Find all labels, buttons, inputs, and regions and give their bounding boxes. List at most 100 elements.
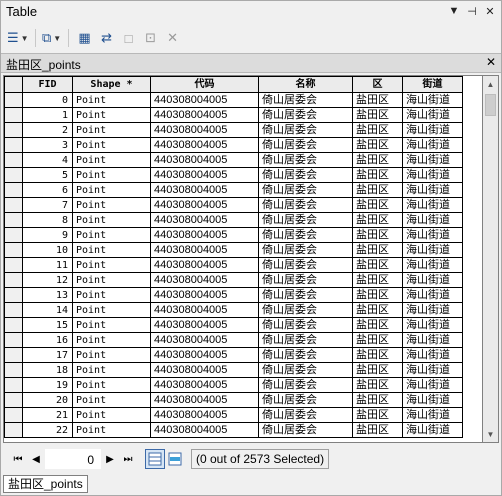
table-cell[interactable]: 海山街道 [402, 422, 463, 438]
dropdown-icon[interactable]: ▼ [447, 4, 461, 18]
table-row[interactable]: 22 Point 440308004005 倚山居委会 盐田区 海山街道 [4, 422, 463, 438]
table-cell[interactable]: 海山街道 [402, 272, 463, 288]
zoom-to-selected-button[interactable]: ⊡ [141, 28, 161, 48]
previous-record-icon[interactable]: ◀ [27, 450, 45, 468]
table-cell[interactable]: 海山街道 [402, 197, 463, 213]
table-cell[interactable]: 倚山居委会 [258, 422, 353, 438]
table-cell[interactable]: 海山街道 [402, 242, 463, 258]
table-cell[interactable]: 倚山居委会 [258, 227, 353, 243]
table-cell[interactable]: 盐田区 [352, 107, 403, 123]
scroll-down-icon[interactable]: ▼ [483, 426, 498, 442]
table-cell[interactable]: 440308004005 [150, 152, 259, 168]
table-cell[interactable]: Point [72, 377, 151, 393]
table-cell[interactable]: 19 [22, 377, 73, 393]
table-cell[interactable]: 9 [22, 227, 73, 243]
table-cell[interactable]: 440308004005 [150, 182, 259, 198]
table-cell[interactable]: 倚山居委会 [258, 407, 353, 423]
table-cell[interactable]: 海山街道 [402, 182, 463, 198]
table-cell[interactable]: 盐田区 [352, 92, 403, 108]
table-cell[interactable]: Point [72, 242, 151, 258]
table-cell[interactable]: 盐田区 [352, 182, 403, 198]
table-cell[interactable]: 倚山居委会 [258, 257, 353, 273]
table-row[interactable]: 18 Point 440308004005 倚山居委会 盐田区 海山街道 [4, 362, 463, 378]
table-cell[interactable]: 海山街道 [402, 407, 463, 423]
table-cell[interactable]: 盐田区 [352, 272, 403, 288]
row-selector[interactable] [4, 152, 23, 168]
table-cell[interactable]: 盐田区 [352, 287, 403, 303]
table-cell[interactable]: Point [72, 272, 151, 288]
table-cell[interactable]: 11 [22, 257, 73, 273]
column-header[interactable]: 街道 [402, 76, 463, 93]
table-cell[interactable]: Point [72, 347, 151, 363]
table-row[interactable]: 2 Point 440308004005 倚山居委会 盐田区 海山街道 [4, 122, 463, 138]
row-selector[interactable] [4, 362, 23, 378]
table-row[interactable]: 1 Point 440308004005 倚山居委会 盐田区 海山街道 [4, 107, 463, 123]
row-selector[interactable] [4, 347, 23, 363]
table-cell[interactable]: Point [72, 422, 151, 438]
table-cell[interactable]: 6 [22, 182, 73, 198]
table-cell[interactable]: Point [72, 317, 151, 333]
table-cell[interactable]: 440308004005 [150, 287, 259, 303]
table-cell[interactable]: 海山街道 [402, 92, 463, 108]
auto-hide-icon[interactable]: ⊣ [465, 4, 479, 18]
table-cell[interactable]: 440308004005 [150, 347, 259, 363]
table-cell[interactable]: Point [72, 182, 151, 198]
row-selector[interactable] [4, 92, 23, 108]
table-cell[interactable]: 440308004005 [150, 332, 259, 348]
table-row[interactable]: 7 Point 440308004005 倚山居委会 盐田区 海山街道 [4, 197, 463, 213]
table-cell[interactable]: 盐田区 [352, 392, 403, 408]
row-selector[interactable] [4, 317, 23, 333]
table-cell[interactable]: 倚山居委会 [258, 137, 353, 153]
row-selector[interactable] [4, 272, 23, 288]
table-cell[interactable]: 440308004005 [150, 272, 259, 288]
table-row[interactable]: 16 Point 440308004005 倚山居委会 盐田区 海山街道 [4, 332, 463, 348]
scroll-thumb[interactable] [485, 94, 496, 116]
table-cell[interactable]: 440308004005 [150, 377, 259, 393]
table-row[interactable]: 14 Point 440308004005 倚山居委会 盐田区 海山街道 [4, 302, 463, 318]
current-record-field[interactable]: 0 [45, 449, 101, 469]
table-cell[interactable]: 海山街道 [402, 167, 463, 183]
table-cell[interactable]: 440308004005 [150, 167, 259, 183]
table-options-button[interactable]: ☰ ▼ [7, 28, 29, 48]
switch-selection-button[interactable]: ⇄ [97, 28, 117, 48]
next-record-icon[interactable]: ▶ [101, 450, 119, 468]
table-row[interactable]: 17 Point 440308004005 倚山居委会 盐田区 海山街道 [4, 347, 463, 363]
column-header[interactable]: 区 [352, 76, 403, 93]
table-cell[interactable]: 倚山居委会 [258, 392, 353, 408]
table-cell[interactable]: 倚山居委会 [258, 212, 353, 228]
table-cell[interactable]: Point [72, 257, 151, 273]
table-cell[interactable]: Point [72, 227, 151, 243]
table-cell[interactable]: Point [72, 392, 151, 408]
table-cell[interactable]: 440308004005 [150, 302, 259, 318]
row-selector-header[interactable] [4, 76, 23, 93]
table-cell[interactable]: 海山街道 [402, 317, 463, 333]
row-selector[interactable] [4, 242, 23, 258]
row-selector[interactable] [4, 197, 23, 213]
table-cell[interactable]: 440308004005 [150, 212, 259, 228]
table-row[interactable]: 19 Point 440308004005 倚山居委会 盐田区 海山街道 [4, 377, 463, 393]
table-cell[interactable]: 22 [22, 422, 73, 438]
table-cell[interactable]: 盐田区 [352, 212, 403, 228]
row-selector[interactable] [4, 392, 23, 408]
table-row[interactable]: 6 Point 440308004005 倚山居委会 盐田区 海山街道 [4, 182, 463, 198]
table-cell[interactable]: 440308004005 [150, 407, 259, 423]
table-cell[interactable]: Point [72, 122, 151, 138]
scroll-up-icon[interactable]: ▲ [483, 76, 498, 92]
row-selector[interactable] [4, 257, 23, 273]
table-cell[interactable]: 5 [22, 167, 73, 183]
table-row[interactable]: 0 Point 440308004005 倚山居委会 盐田区 海山街道 [4, 92, 463, 108]
table-cell[interactable]: Point [72, 107, 151, 123]
first-record-icon[interactable]: ⏮ [9, 450, 27, 468]
table-cell[interactable]: 海山街道 [402, 362, 463, 378]
table-cell[interactable]: 倚山居委会 [258, 122, 353, 138]
table-row[interactable]: 5 Point 440308004005 倚山居委会 盐田区 海山街道 [4, 167, 463, 183]
table-cell[interactable]: 盐田区 [352, 407, 403, 423]
vertical-scrollbar[interactable]: ▲ ▼ [483, 75, 499, 443]
table-bottom-tab[interactable]: 盐田区_points [3, 475, 88, 493]
table-cell[interactable]: 4 [22, 152, 73, 168]
table-cell[interactable]: 440308004005 [150, 392, 259, 408]
table-cell[interactable]: 倚山居委会 [258, 182, 353, 198]
table-cell[interactable]: 440308004005 [150, 197, 259, 213]
table-cell[interactable]: 13 [22, 287, 73, 303]
table-cell[interactable]: 10 [22, 242, 73, 258]
